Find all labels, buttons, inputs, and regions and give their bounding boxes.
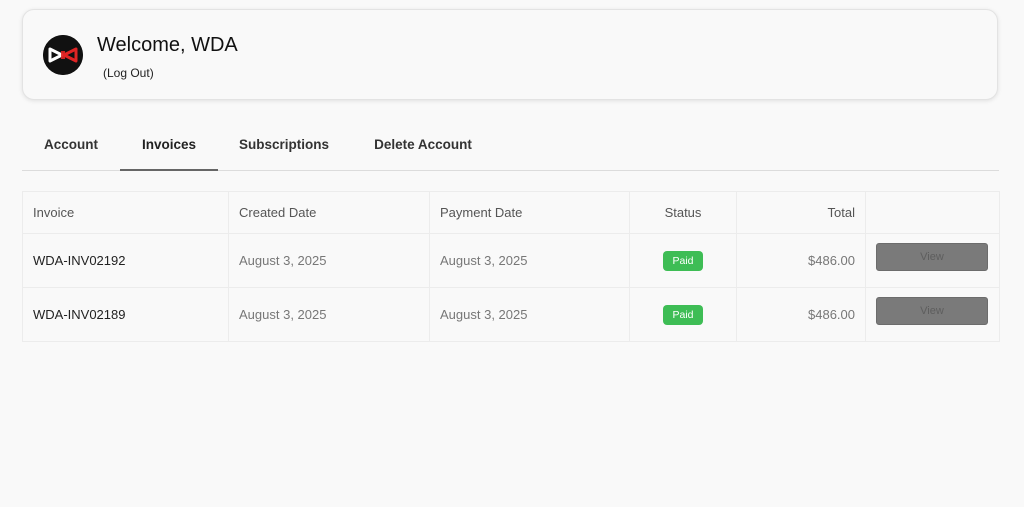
- invoices-table: Invoice Created Date Payment Date Status…: [22, 191, 1000, 342]
- table-row: WDA-INV02189 August 3, 2025 August 3, 20…: [22, 287, 1000, 342]
- account-tabs: Account Invoices Subscriptions Delete Ac…: [22, 121, 999, 171]
- invoice-total: $486.00: [736, 287, 866, 342]
- column-header-created-date: Created Date: [228, 191, 430, 234]
- column-header-invoice: Invoice: [22, 191, 229, 234]
- invoice-total: $486.00: [736, 233, 866, 288]
- tab-delete-account[interactable]: Delete Account: [350, 121, 496, 170]
- table-header-row: Invoice Created Date Payment Date Status…: [22, 191, 1000, 234]
- payment-date: August 3, 2025: [429, 233, 630, 288]
- column-header-status: Status: [629, 191, 737, 234]
- view-invoice-button[interactable]: View: [876, 297, 988, 325]
- view-invoice-button[interactable]: View: [876, 243, 988, 271]
- status-badge: Paid: [663, 250, 703, 271]
- welcome-title: Welcome, WDA: [97, 34, 238, 56]
- logout-link[interactable]: (Log Out): [103, 66, 154, 80]
- status-badge: Paid: [663, 304, 703, 325]
- tab-account[interactable]: Account: [22, 121, 120, 170]
- created-date: August 3, 2025: [228, 233, 430, 288]
- status-cell: Paid: [629, 233, 737, 288]
- invoice-number: WDA-INV02192: [22, 233, 229, 288]
- welcome-card: Welcome, WDA (Log Out): [22, 9, 998, 100]
- column-header-payment-date: Payment Date: [429, 191, 630, 234]
- status-cell: Paid: [629, 287, 737, 342]
- column-header-total: Total: [736, 191, 866, 234]
- payment-date: August 3, 2025: [429, 287, 630, 342]
- created-date: August 3, 2025: [228, 287, 430, 342]
- table-row: WDA-INV02192 August 3, 2025 August 3, 20…: [22, 233, 1000, 288]
- brand-logo-icon: [43, 35, 83, 75]
- column-header-action: [865, 191, 1000, 234]
- action-cell: View: [865, 233, 1000, 288]
- avatar: [43, 35, 83, 75]
- action-cell: View: [865, 287, 1000, 342]
- invoice-number: WDA-INV02189: [22, 287, 229, 342]
- tab-invoices[interactable]: Invoices: [120, 121, 218, 171]
- tab-subscriptions[interactable]: Subscriptions: [218, 121, 350, 170]
